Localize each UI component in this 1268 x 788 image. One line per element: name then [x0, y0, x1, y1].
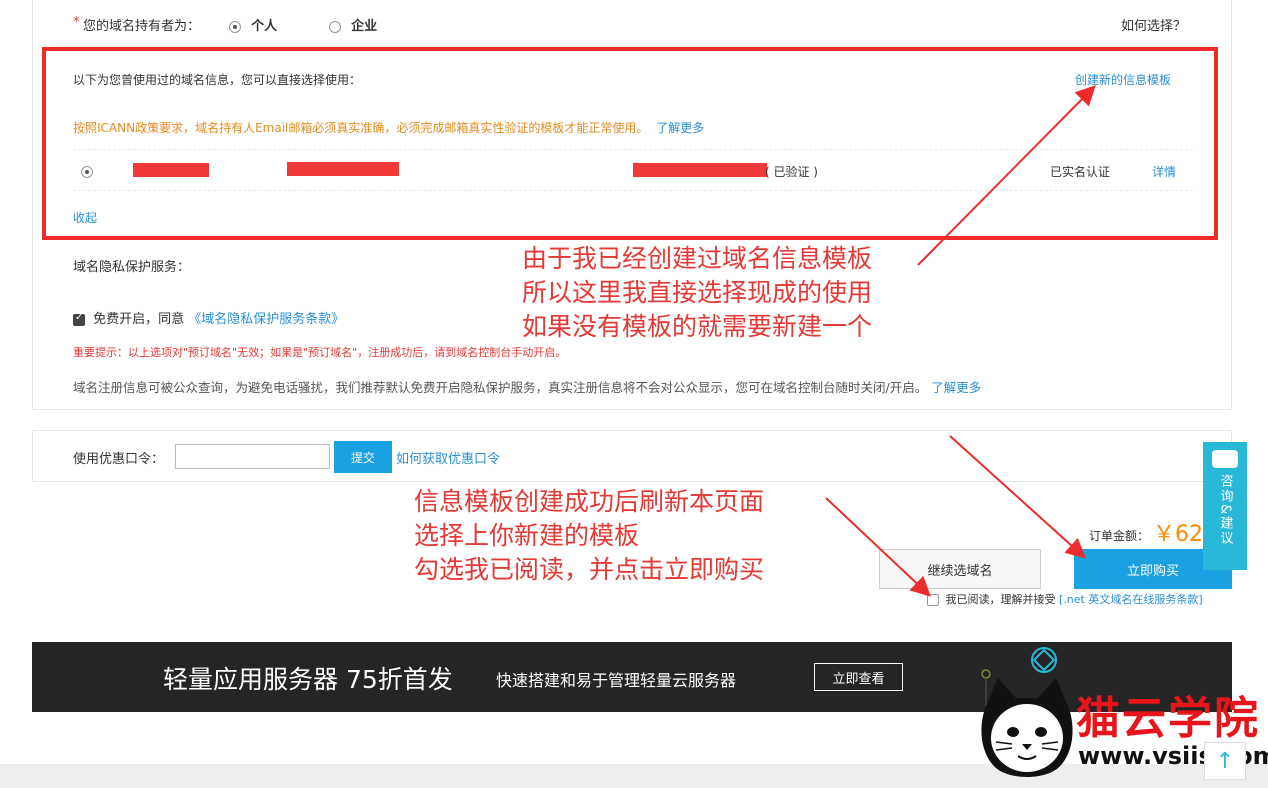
- banner-cta-button[interactable]: 立即查看: [814, 663, 903, 691]
- watermark-brand: 猫云学院: [1076, 693, 1260, 744]
- arrow-to-agree-checkbox: [825, 497, 931, 597]
- cat-logo-icon: [981, 678, 1073, 777]
- arrow-up-icon: ↑: [1215, 748, 1235, 774]
- arrow-to-buy-button: [949, 435, 1086, 559]
- banner-subtitle: 快速搭建和易于管理轻量云服务器: [496, 671, 737, 690]
- banner-title: 轻量应用服务器 75折首发: [163, 665, 453, 694]
- back-to-top-button[interactable]: ↑: [1204, 742, 1246, 780]
- banner-cta-label: 立即查看: [832, 671, 885, 687]
- arrow-to-create-link: [917, 85, 1096, 266]
